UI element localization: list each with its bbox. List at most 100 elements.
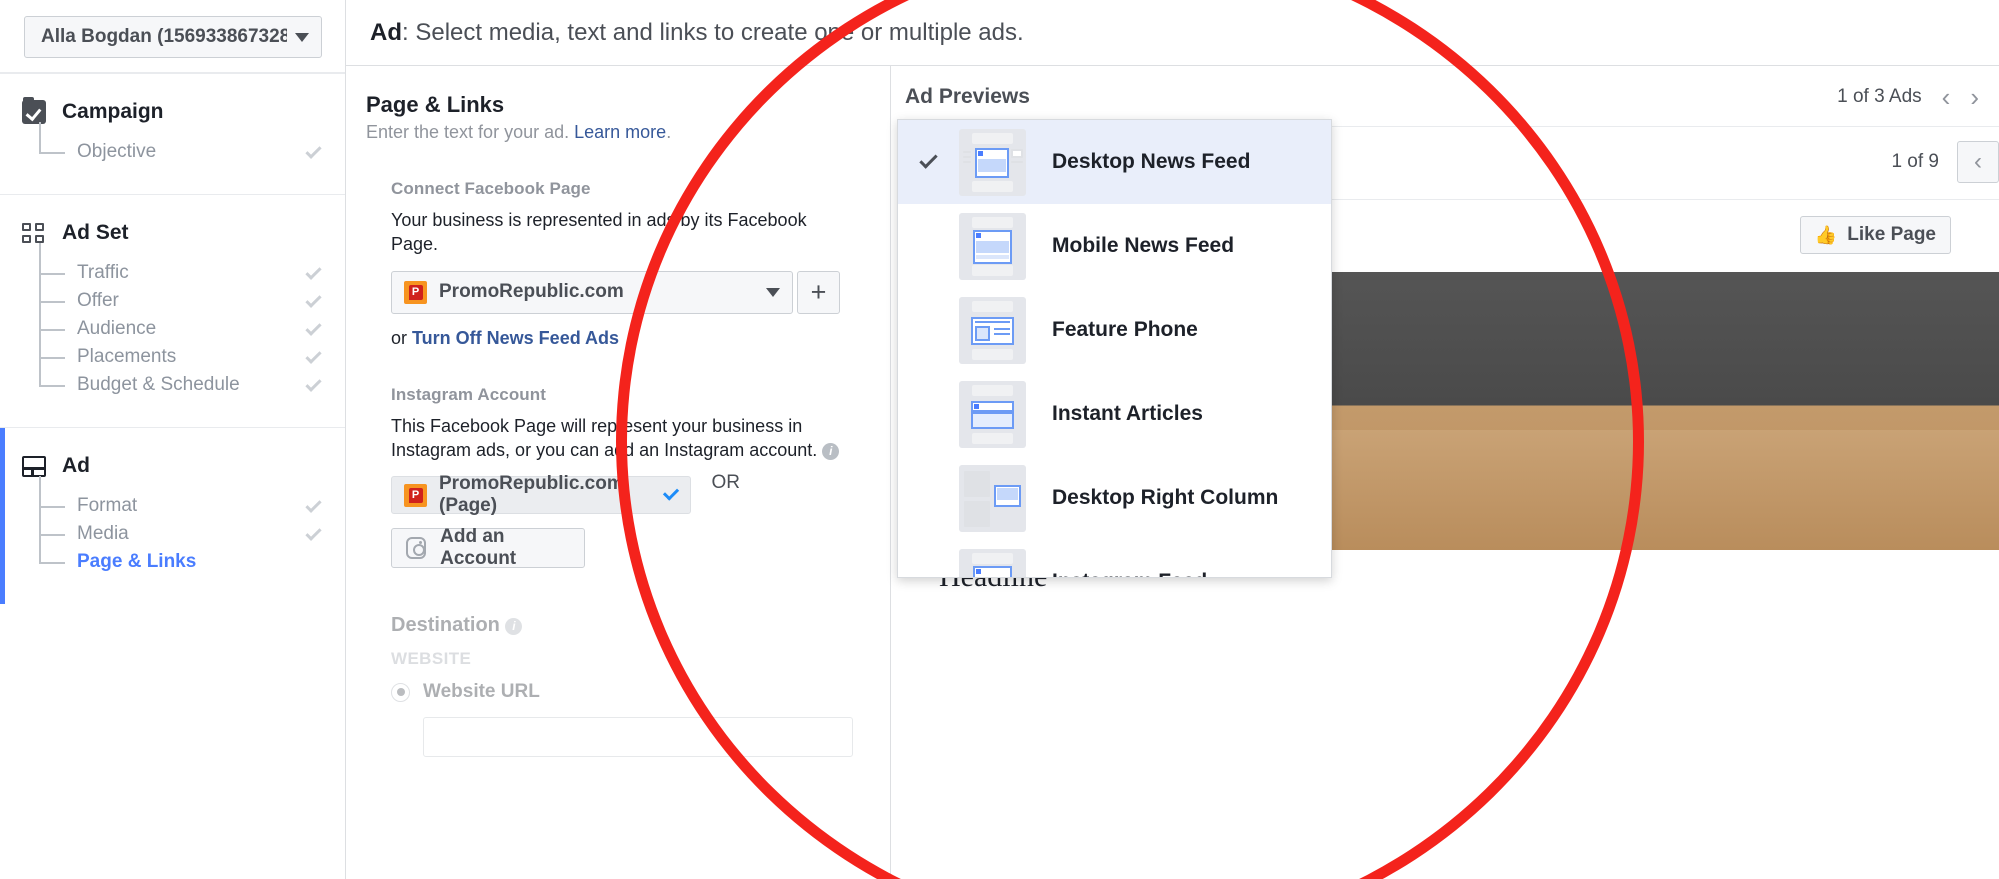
connect-page-row: P PromoRepublic.com + [391,270,890,314]
add-page-button[interactable]: + [797,270,840,314]
instagram-chip-label: PromoRepublic.com (Page) [439,473,624,517]
page-title-prefix: Ad [370,18,402,46]
check-icon [305,347,322,364]
check-icon [305,142,322,159]
variant-prev-button[interactable]: ‹ [1957,141,1999,183]
sidebar-section-ad-set: Ad Set Traffic Offer Audience Placements [0,194,345,427]
desktop-right-column-icon [959,464,1026,532]
destination-title: Destination i [391,614,890,637]
like-page-button[interactable]: 👍 Like Page [1799,216,1951,254]
instant-articles-icon [959,380,1026,448]
sidebar-item-traffic[interactable]: Traffic [39,243,345,287]
form-body: Page & Links Enter the text for your ad.… [346,0,890,758]
like-page-label: Like Page [1847,224,1936,245]
sidebar-section-title: Ad Set [62,221,129,244]
check-icon [662,484,680,501]
form-section-title: Page & Links [366,92,505,117]
check-icon [305,263,322,280]
ad-previews-inner: Ad Previews 1 of 3 Ads ‹ › Desktop News … [891,0,1999,879]
sidebar-item-placements[interactable]: Placements [39,327,345,371]
facebook-page-value: PromoRepublic.com [439,281,624,303]
mobile-news-feed-icon [959,212,1026,280]
sidebar-item-format[interactable]: Format [39,476,345,520]
page-title: Ad: Select media, text and links to crea… [370,19,1024,47]
sidebar-item-label: Media [77,523,129,544]
radio-selected-icon [391,682,410,702]
sidebar-tree-ad: Format Media Page & Links [0,476,345,576]
or-label: OR [711,471,740,493]
website-url-radio-row[interactable]: Website URL [391,681,890,703]
placement-dropdown-menu: Desktop News Feed Mobile News Feed Featu… [897,119,1332,578]
turn-off-news-feed-row: or Turn Off News Feed Ads [391,328,890,349]
dropdown-item-desktop-news-feed[interactable]: Desktop News Feed [898,120,1331,204]
sidebar-item-label: Objective [77,141,157,162]
instagram-account-description: This Facebook Page will represent your b… [391,414,851,463]
turn-off-news-feed-ads-link[interactable]: Turn Off News Feed Ads [412,328,619,348]
connect-page-description: Your business is represented in ads by i… [391,210,807,255]
ad-previews-title: Ad Previews [905,85,1030,108]
sidebar-item-page-links[interactable]: Page & Links [39,532,345,576]
add-an-account-button[interactable]: Add an Account [391,526,585,569]
website-url-input[interactable] [423,717,853,758]
account-selector-label: Alla Bogdan (15693386732819... [41,26,287,47]
check-icon [305,524,322,541]
sidebar-tree-campaign: Objective [0,122,345,166]
dropdown-item-feature-phone[interactable]: Feature Phone [898,288,1331,372]
ad-layout-icon [22,454,46,478]
dropdown-item-label: Instagram Feed [1052,570,1207,577]
learn-more-link[interactable]: Learn more [574,122,666,142]
page-title-rest: : Select media, text and links to create… [402,18,1024,46]
sidebar-item-audience[interactable]: Audience [39,299,345,343]
sidebar-item-objective[interactable]: Objective [39,122,345,166]
chevron-right-icon[interactable]: › [1970,84,1979,110]
instagram-feed-icon [959,548,1026,577]
account-selector[interactable]: Alla Bogdan (15693386732819... [24,16,322,58]
ad-previews-header: Ad Previews 1 of 3 Ads ‹ › [891,66,1999,110]
sidebar-section-header-ad-set[interactable]: Ad Set [0,221,345,245]
promorepublic-icon: P [404,280,427,304]
instagram-chip-row: P PromoRepublic.com (Page) OR [391,462,890,517]
dropdown-item-instagram-feed[interactable]: Instagram Feed [898,540,1331,577]
campaign-folder-check-icon [22,97,46,124]
sidebar-tree-ad-set: Traffic Offer Audience Placements Budget… [0,243,345,399]
dropdown-item-instant-articles[interactable]: Instant Articles [898,372,1331,456]
info-icon[interactable]: i [505,618,523,636]
instagram-account-label: Instagram Account [391,384,547,404]
sidebar-item-label: Format [77,495,138,516]
check-icon [919,149,938,169]
dropdown-item-mobile-news-feed[interactable]: Mobile News Feed [898,204,1331,288]
sidebar-section-header-campaign[interactable]: Campaign [0,97,345,124]
page-header: Ad: Select media, text and links to crea… [346,0,1999,66]
sidebar-section-header-ad[interactable]: Ad [0,454,345,478]
sidebar-section-campaign: Campaign Objective [0,73,345,194]
dropdown-item-label: Desktop News Feed [1052,150,1251,173]
instagram-description-text: This Facebook Page will represent your b… [391,415,818,460]
form-section-subtitle: Enter the text for your ad. Learn more. [366,122,890,143]
sidebar-item-offer[interactable]: Offer [39,271,345,315]
instagram-page-chip[interactable]: P PromoRepublic.com (Page) [391,473,691,517]
promorepublic-icon: P [404,483,427,507]
sidebar-item-label: Placements [77,346,177,367]
page-links-form-panel: Ad: Select media, text and links to crea… [346,0,1999,879]
sidebar-item-media[interactable]: Media [39,504,345,548]
dropdown-item-label: Feature Phone [1052,318,1198,341]
facebook-page-select[interactable]: P PromoRepublic.com [391,270,793,314]
sidebar: Alla Bogdan (15693386732819... Campaign … [0,0,346,879]
chevron-left-icon[interactable]: ‹ [1942,84,1951,110]
check-placeholder-icon [919,486,937,504]
info-icon[interactable]: i [822,442,840,460]
website-caption: WEBSITE [391,649,472,669]
sidebar-item-label: Budget & Schedule [77,374,240,395]
destination-title-text: Destination [391,614,500,637]
check-icon [305,291,322,308]
sidebar-item-budget-schedule[interactable]: Budget & Schedule [39,355,345,399]
sidebar-item-label: Page & Links [77,551,197,572]
dropdown-item-desktop-right-column[interactable]: Desktop Right Column [898,456,1331,540]
variant-count-label: 1 of 9 [1891,151,1939,172]
ads-manager-window: Alla Bogdan (15693386732819... Campaign … [0,0,1999,879]
connect-facebook-page-group: Connect Facebook Page Your business is r… [366,179,890,349]
or-text: or [391,327,413,348]
chevron-down-icon [766,287,780,297]
check-icon [305,375,322,392]
instagram-camera-icon [406,537,427,560]
